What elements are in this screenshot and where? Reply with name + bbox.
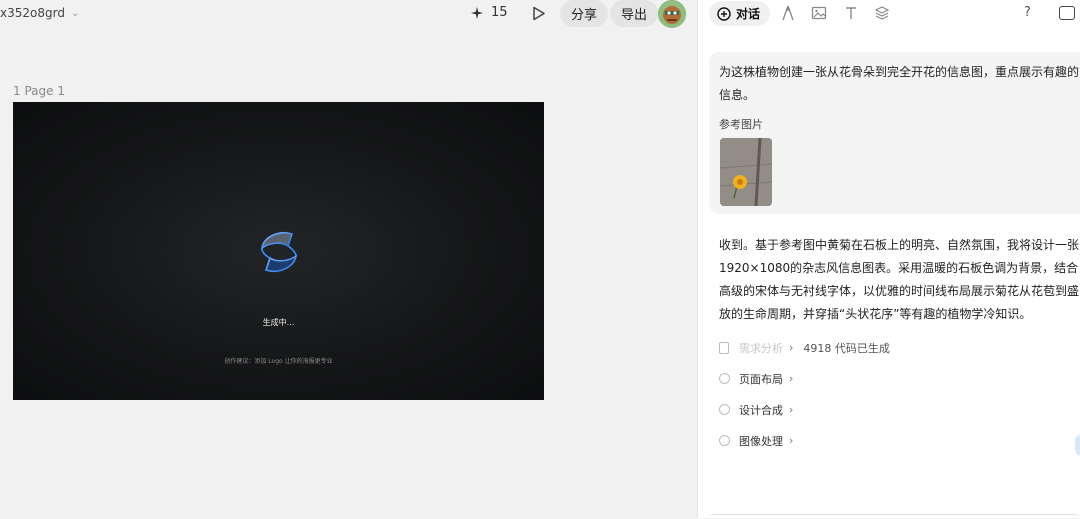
step-label: 页面布局 bbox=[739, 372, 783, 386]
design-canvas[interactable]: 生成中... 创作建议：添加 Logo 让你的海报更专业 bbox=[13, 102, 544, 400]
play-icon bbox=[533, 6, 545, 20]
assistant-reply: 收到。基于参考图中黄菊在石板上的明亮、自然氛围，我将设计一张1920×1080的… bbox=[719, 238, 1080, 321]
app-logo-icon bbox=[260, 232, 298, 272]
creation-tip: 创作建议：添加 Logo 让你的海报更专业 bbox=[224, 358, 333, 365]
step-status: 4918 代码已生成 bbox=[803, 341, 890, 355]
chevron-right-icon: › bbox=[789, 341, 794, 354]
step-item[interactable]: 页面布局 › bbox=[719, 363, 1080, 394]
step-item[interactable]: 图像处理 › bbox=[719, 425, 1080, 456]
share-button[interactable]: 分享 bbox=[560, 0, 609, 27]
credits-count: 15 bbox=[491, 5, 508, 20]
user-message: 为这株植物创建一张从花骨朵到完全开花的信息图，重点展示有趣的信息。 bbox=[719, 65, 1080, 102]
help-icon[interactable]: ? bbox=[1024, 5, 1031, 20]
tab-chat-label: 对话 bbox=[736, 7, 761, 21]
layers-icon[interactable] bbox=[874, 5, 890, 21]
step-label: 设计合成 bbox=[739, 403, 783, 417]
page-label: 1 Page 1 bbox=[13, 84, 65, 98]
export-button[interactable]: 导出 bbox=[610, 0, 659, 27]
top-bar: x352o8grd ⌄ 15 分享 导出 bbox=[0, 0, 697, 28]
text-icon[interactable] bbox=[843, 5, 859, 21]
avatar[interactable] bbox=[658, 0, 686, 28]
progress-steps: 需求分析 › 4918 代码已生成 页面布局 › 设计合成 › 图像处理 › bbox=[719, 332, 1080, 456]
chevron-down-icon: ⌄ bbox=[70, 7, 80, 19]
play-button[interactable] bbox=[530, 4, 548, 22]
chevron-right-icon: › bbox=[789, 403, 794, 416]
reference-label: 参考图片 bbox=[719, 118, 763, 131]
step-label: 需求分析 bbox=[739, 341, 783, 355]
avatar-image bbox=[658, 0, 686, 28]
sidebar-toggle-icon[interactable] bbox=[1059, 6, 1075, 20]
chat-plus-icon bbox=[717, 6, 731, 21]
tab-chat[interactable]: 对话 bbox=[709, 1, 771, 26]
chat-panel: 对话 ? 为这株植物创建一张从花骨朵到完全开花的信息图，重点展示有趣的信息。 参… bbox=[697, 0, 1080, 518]
project-name: x352o8grd bbox=[0, 6, 65, 20]
input-box-edge[interactable] bbox=[709, 514, 1080, 519]
doc-icon bbox=[719, 341, 729, 354]
credits-counter[interactable]: 15 bbox=[471, 5, 508, 20]
project-name-dropdown[interactable]: x352o8grd ⌄ bbox=[0, 6, 79, 20]
chevron-right-icon: › bbox=[789, 372, 794, 385]
reference-image[interactable] bbox=[720, 138, 772, 206]
sparkle-icon bbox=[471, 6, 483, 19]
floating-assistant-button[interactable] bbox=[1075, 434, 1080, 456]
circle-icon bbox=[719, 373, 730, 384]
canvas-area: x352o8grd ⌄ 15 分享 导出 1 Page 1 生成中... 创作建… bbox=[0, 0, 697, 518]
chevron-right-icon: › bbox=[789, 434, 794, 447]
circle-icon bbox=[719, 435, 730, 446]
step-label: 图像处理 bbox=[739, 434, 783, 448]
image-icon[interactable] bbox=[811, 5, 827, 21]
pen-tool-icon[interactable] bbox=[780, 5, 796, 21]
user-message-card: 为这株植物创建一张从花骨朵到完全开花的信息图，重点展示有趣的信息。 参考图片 bbox=[709, 52, 1080, 214]
generating-status: 生成中... bbox=[262, 318, 295, 327]
step-item[interactable]: 设计合成 › bbox=[719, 394, 1080, 425]
circle-icon bbox=[719, 404, 730, 415]
step-item[interactable]: 需求分析 › 4918 代码已生成 bbox=[719, 332, 1080, 363]
flower-thumbnail bbox=[720, 138, 772, 206]
panel-toolbar: 对话 ? bbox=[698, 0, 1080, 28]
